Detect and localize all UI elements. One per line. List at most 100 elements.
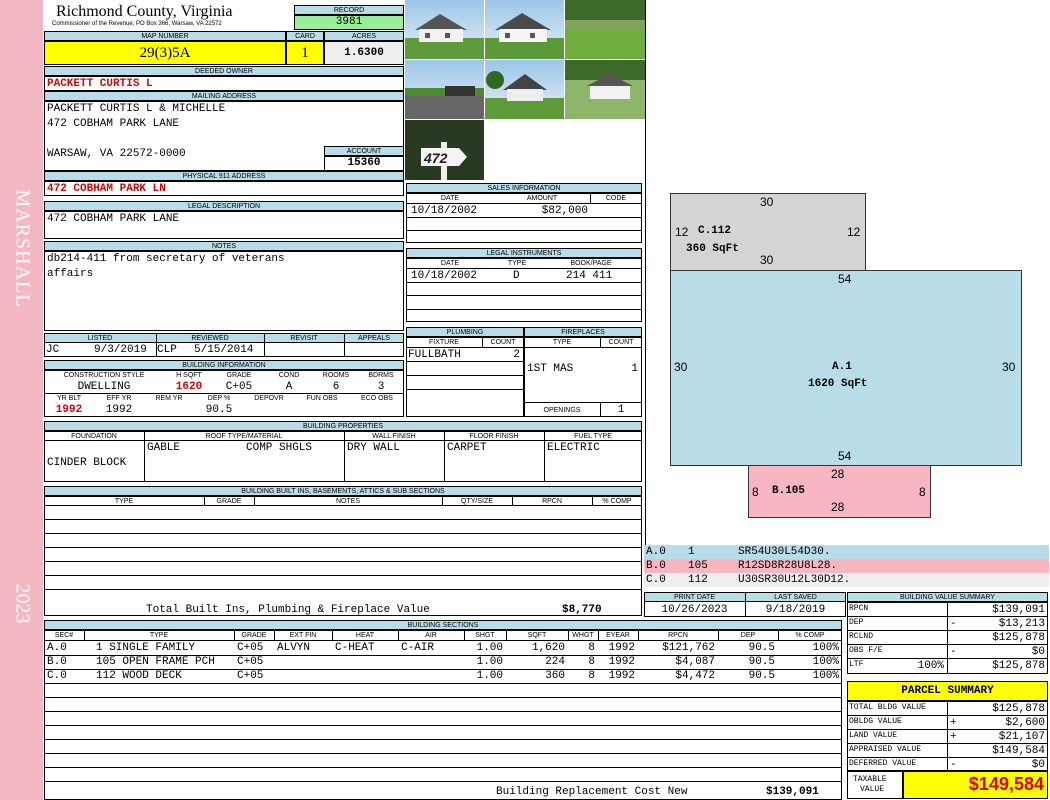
bvs-value: $125,878 [992,632,1045,644]
dep-header: DEP % [207,395,231,402]
instr-type: D [513,270,520,282]
section-cell-type: 112 WOOD DECK [96,670,182,682]
section-cell-shgt: 1.00 [476,670,503,682]
fireplaces-header: FIREPLACES [524,327,642,337]
reviewed-by: CLP [157,344,177,356]
section-cell-grade: C+05 [237,670,264,682]
c-right-dim: 12 [847,225,861,239]
fp-type: 1ST MAS [527,363,574,375]
instruments-header: LEGAL INSTRUMENTS [406,248,642,258]
section-cell-sqft: 1,620 [531,642,565,654]
bvs-header: BUILDING VALUE SUMMARY [847,592,1048,602]
section-cell-shgt: 1.00 [476,642,503,654]
mailing-line3: WARSAW, VA 22572-0000 [47,148,186,160]
photo-2 [485,0,564,59]
b-left-dim: 8 [752,485,759,499]
section-cell-whgt: 8 [588,642,595,654]
hsqft-value: 1620 [175,381,203,393]
builtins-box [44,496,642,616]
c-name: C.112 [698,225,732,237]
remyr-header: REM YR [155,395,183,402]
photo-6 [565,60,645,119]
photo-4 [405,60,484,119]
wall-value: DRY WALL [347,442,400,454]
parcel-key: TOTAL BLDG VALUE [849,703,926,712]
section-col-sqft-header: SQFT [527,632,547,639]
instr-type-header: TYPE [507,260,527,267]
section-cell-type: 1 SINGLE FAMILY [96,642,196,654]
section-cell-sec: C.0 [47,670,67,682]
physical-address: 472 COBHAM PARK LN [47,183,166,195]
funobs-header: FUN OBS [306,395,338,402]
legend-a-vec: SR54U30L54D30. [738,546,831,558]
properties-header: BUILDING PROPERTIES [44,421,642,431]
taxable-value: $149,584 [968,774,1044,794]
b-right-dim: 8 [919,485,926,499]
section-cell-sqft: 224 [545,656,565,668]
builtins-header: BUILDING BUILT INS, BASEMENTS, ATTICS & … [44,486,642,496]
mailbox-number: 472 [424,150,448,166]
section-cell-sec: B.0 [47,656,67,668]
section-col-type-header: TYPE [149,632,169,639]
a-name: A.1 [832,361,852,373]
builtins-total: $8,770 [562,604,602,616]
bvs-value: $0 [1031,646,1045,658]
acres-header: ACRES [324,31,404,41]
section-col-comp-header: % COMP [795,632,825,639]
hsqft-header: H SQFT [176,372,202,379]
section-cell-eyear: 1992 [608,670,635,682]
b-name: B.105 [772,485,806,497]
section-col-heat-header: HEAT [355,632,375,639]
sales-header: SALES INFORMATION [406,183,642,193]
openings-label: OPENINGS [543,407,581,414]
legend-b-num: 105 [688,560,708,572]
yrblt-header: YR BLT [57,395,81,402]
a-bottom-dim: 54 [838,449,852,463]
section-cell-grade: C+05 [237,642,264,654]
parcel-key: DEFERRED VALUE [849,759,917,768]
cond-value: A [285,381,293,393]
section-cell-type: 105 OPEN FRAME PCH [96,656,215,668]
map-number: 29(3)5A [44,41,286,65]
map-number-header: MAP NUMBER [44,31,286,41]
parcel-sign: - [950,759,957,771]
fp-count: 1 [631,363,638,375]
notes-line1: db214-411 from secretary of veterans [47,253,285,265]
taxable-label-2: VALUE [860,785,885,794]
bdrms-header: BDRMS [368,372,394,379]
c-area: 360 SqFt [686,243,739,255]
parcel-sign: + [950,717,957,729]
section-cell-comp: 100% [812,670,839,682]
print-date: 10/26/2023 [661,604,728,616]
section-cell-shgt: 1.00 [476,656,503,668]
section-col-shgt-header: SHGT [475,632,495,639]
bvs-key: RCLND [849,632,874,641]
replacement-cost: $139,091 [766,786,819,798]
fp-count-header: COUNT [608,339,634,346]
card-header: CARD [286,31,324,41]
instr-book-header: BOOK/PAGE [570,260,612,267]
section-cell-grade: C+05 [237,656,264,668]
section-cell-dep: 90.5 [748,642,775,654]
year-label: 2023 [11,583,34,624]
section-cell-sec: A.0 [47,642,67,654]
section-col-extfin-header: EXT FIN [289,632,317,639]
sections-header: BUILDING SECTIONS [44,620,842,630]
sales-amount-header: AMOUNT [526,195,558,202]
section-cell-air: C-AIR [401,642,435,654]
sales-code-header: CODE [605,195,627,202]
section-cell-rpcn: $121,762 [662,642,715,654]
roof-material-value: COMP SHGLS [246,442,313,454]
parcel-key: LAND VALUE [849,731,898,740]
legend-b-vec: R12SD8R28U8L28. [738,560,838,572]
fixture-value: FULLBATH [408,349,461,361]
bvs-key: OBS F/E [849,646,883,655]
district-label: MARSHALL [11,189,34,308]
builtins-total-label: Total Built Ins, Plumbing & Fireplace Va… [146,604,430,616]
parcel-value: $21,107 [998,731,1045,743]
county-subtitle: Commissioner of the Revenue, PO Box 366,… [52,21,222,27]
roof-type-value: GABLE [147,442,181,454]
account-header: ACCOUNT [324,146,404,156]
photo-3 [565,0,645,59]
owner-header: DEEDED OWNER [44,66,404,76]
